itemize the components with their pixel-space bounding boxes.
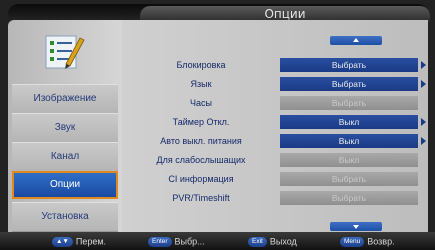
hint-back: Menu Возвр. — [340, 235, 395, 247]
option-label: Авто выкл. питания — [160, 136, 242, 146]
sidebar-item-picture[interactable]: Изображение — [12, 84, 118, 114]
option-value: Выбрать — [280, 172, 418, 186]
option-label: PVR/Timeshift — [172, 193, 230, 203]
hint-text: Выход — [269, 236, 297, 247]
chevron-right-icon — [421, 137, 426, 145]
option-row-clock[interactable]: Часы Выбрать — [122, 94, 428, 112]
option-value: Выбрать — [280, 191, 418, 205]
option-row-lock[interactable]: Блокировка Выбрать — [122, 56, 428, 74]
key-menu: Menu — [340, 236, 365, 247]
option-value[interactable]: Выбрать — [280, 77, 418, 91]
option-row-sleep-timer[interactable]: Таймер Откл. Выкл — [122, 113, 428, 131]
hint-exit: Exit Выход — [248, 235, 297, 247]
option-label: Язык — [190, 79, 212, 89]
chevron-right-icon — [421, 80, 426, 88]
hint-text: Выбр... — [174, 236, 205, 247]
option-label: Блокировка — [176, 60, 226, 70]
sidebar-item-channel[interactable]: Канал — [12, 142, 118, 172]
sidebar-item-setup[interactable]: Установка — [12, 202, 118, 232]
hint-select: Enter Выбр... — [148, 235, 205, 247]
category-sidebar: Изображение Звук Канал Опции Установка — [8, 20, 122, 232]
option-row-hearing-impaired[interactable]: Для слабослышащих Выкл — [122, 151, 428, 169]
chevron-right-icon — [421, 61, 426, 69]
option-row-auto-power-off[interactable]: Авто выкл. питания Выкл — [122, 132, 428, 150]
hint-navigate: ▲▼ Перем. — [52, 235, 106, 247]
chevron-up-icon — [353, 38, 359, 42]
option-label: CI информация — [168, 174, 234, 184]
options-panel: Блокировка Выбрать Язык Выбрать Часы Выб… — [122, 20, 428, 232]
option-value[interactable]: Выкл — [280, 115, 418, 129]
key-enter: Enter — [148, 236, 172, 247]
options-menu-screen: Опции Изображение Звук Канал Опции Устан… — [0, 0, 435, 250]
chevron-right-icon — [421, 118, 426, 126]
scroll-up-button[interactable] — [330, 36, 382, 45]
key-updown: ▲▼ — [52, 236, 73, 247]
option-label: Таймер Откл. — [172, 117, 230, 127]
hint-text: Возвр. — [367, 236, 395, 247]
checklist-pencil-icon — [30, 28, 96, 78]
option-label: Для слабослышащих — [156, 155, 246, 165]
sidebar-item-options[interactable]: Опции — [12, 171, 118, 199]
option-row-language[interactable]: Язык Выбрать — [122, 75, 428, 93]
option-row-ci-info[interactable]: CI информация Выбрать — [122, 170, 428, 188]
option-row-pvr-timeshift[interactable]: PVR/Timeshift Выбрать — [122, 189, 428, 207]
scroll-down-button[interactable] — [330, 222, 382, 231]
option-label: Часы — [190, 98, 212, 108]
option-value: Выбрать — [280, 96, 418, 110]
sidebar-item-sound[interactable]: Звук — [12, 113, 118, 143]
hint-bar: ▲▼ Перем. Enter Выбр... Exit Выход Menu Возв… — [0, 232, 435, 250]
option-value[interactable]: Выкл — [280, 134, 418, 148]
option-value[interactable]: Выбрать — [280, 58, 418, 72]
key-exit: Exit — [248, 236, 267, 247]
hint-text: Перем. — [75, 236, 107, 247]
option-value: Выкл — [280, 153, 418, 167]
chevron-down-icon — [353, 225, 359, 229]
